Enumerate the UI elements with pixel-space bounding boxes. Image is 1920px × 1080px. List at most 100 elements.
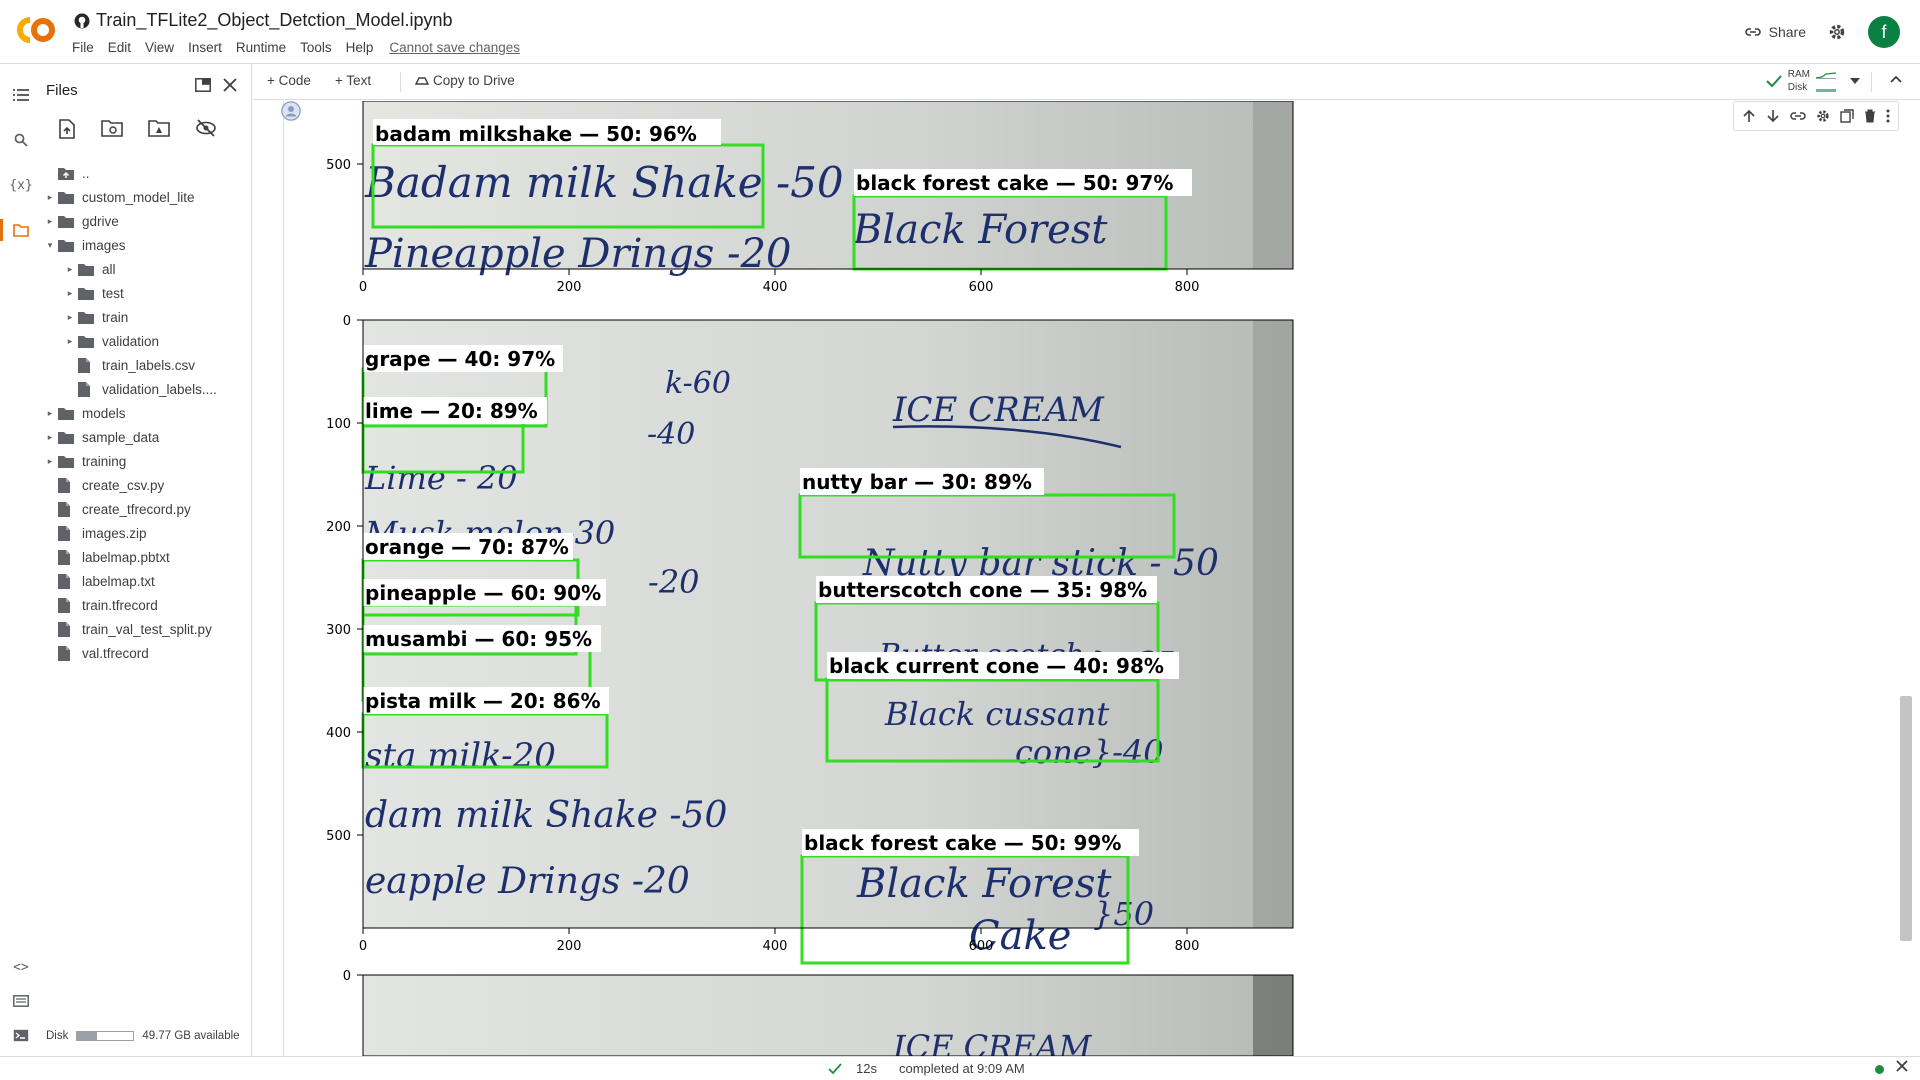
left-rail: {x} <> — [0, 64, 40, 1064]
collapse-header-icon[interactable] — [1890, 75, 1902, 83]
folder-item[interactable]: ▸ all — [40, 257, 252, 281]
menu-item-view[interactable]: View — [145, 40, 174, 55]
close-icon[interactable] — [223, 78, 237, 92]
chevron-down-icon[interactable]: ▾ — [42, 240, 58, 251]
plot2-ytick-label: 500 — [326, 829, 351, 844]
menu-item-edit[interactable]: Edit — [108, 40, 131, 55]
menu-item-insert[interactable]: Insert — [188, 40, 222, 55]
plot2-hw-line: Black Forest — [856, 861, 1112, 907]
mirror-cell-icon[interactable] — [1840, 109, 1854, 123]
files-toolbar — [58, 119, 217, 139]
folder-icon — [58, 454, 76, 469]
chevron-right-icon[interactable]: ▸ — [42, 192, 58, 203]
ram-label: RAM — [1787, 69, 1810, 80]
plot3-image-background — [363, 975, 1293, 1056]
folder-item[interactable]: ▸ models — [40, 401, 252, 425]
colab-logo[interactable] — [14, 14, 56, 46]
folder-item[interactable]: ▸ validation — [40, 329, 252, 353]
file-item[interactable]: validation_labels.... — [40, 377, 252, 401]
file-icon — [58, 525, 76, 541]
file-item[interactable]: train_labels.csv — [40, 353, 252, 377]
terminal-icon[interactable] — [10, 1024, 32, 1046]
folder-item[interactable]: ▸ custom_model_lite — [40, 185, 252, 209]
file-item[interactable]: labelmap.pbtxt — [40, 545, 252, 569]
menu-item-tools[interactable]: Tools — [300, 40, 332, 55]
add-text-button[interactable]: + Text — [335, 73, 371, 88]
move-down-icon[interactable] — [1766, 109, 1780, 123]
mount-drive-icon[interactable] — [148, 119, 170, 139]
file-item[interactable]: train.tfrecord — [40, 593, 252, 617]
save-warning-link[interactable]: Cannot save changes — [389, 40, 520, 55]
plot2-ytick-label: 0 — [343, 314, 351, 329]
top-bar: Train_TFLite2_Object_Detction_Model.ipyn… — [0, 0, 1920, 64]
disk-usage-fill — [77, 1032, 97, 1040]
open-in-tab-icon[interactable] — [195, 78, 211, 92]
folder-item[interactable]: ▸ sample_data — [40, 425, 252, 449]
execution-status[interactable]: 12s completed at 9:09 AM — [828, 1061, 1025, 1076]
gear-icon[interactable] — [1828, 23, 1846, 41]
plot2-detection-label: orange — 70: 87% — [365, 535, 569, 559]
file-item[interactable]: images.zip — [40, 521, 252, 545]
share-button[interactable]: Share — [1744, 24, 1806, 40]
file-tree-label: labelmap.txt — [82, 573, 155, 589]
table-of-contents-icon[interactable] — [10, 84, 32, 106]
file-item[interactable]: val.tfrecord — [40, 641, 252, 665]
plot1-hw-line: Badam milk Shake -50 — [364, 158, 844, 207]
parent-folder-item[interactable]: .. — [40, 161, 252, 185]
folder-item[interactable]: ▸ training — [40, 449, 252, 473]
file-item[interactable]: labelmap.txt — [40, 569, 252, 593]
file-item[interactable]: train_val_test_split.py — [40, 617, 252, 641]
search-icon[interactable] — [10, 129, 32, 151]
file-icon — [58, 501, 76, 517]
notebook-title[interactable]: Train_TFLite2_Object_Detction_Model.ipyn… — [74, 10, 453, 31]
move-up-icon[interactable] — [1742, 109, 1756, 123]
plot1-right-edge-shadow — [1253, 101, 1293, 269]
refresh-folder-icon[interactable] — [101, 119, 123, 139]
disk-usage-bar — [76, 1031, 135, 1041]
folder-item[interactable]: ▾ images — [40, 233, 252, 257]
notebook-title-text[interactable]: Train_TFLite2_Object_Detction_Model.ipyn… — [96, 10, 453, 31]
chevron-right-icon[interactable]: ▸ — [62, 336, 78, 347]
variables-icon[interactable]: {x} — [9, 174, 32, 196]
chevron-right-icon[interactable]: ▸ — [62, 312, 78, 323]
resource-meters — [1816, 70, 1836, 92]
add-code-button[interactable]: + Code — [267, 73, 311, 88]
delete-cell-icon[interactable] — [1864, 109, 1876, 123]
menu-item-runtime[interactable]: Runtime — [236, 40, 286, 55]
resource-monitor[interactable]: RAM Disk — [1766, 68, 1860, 94]
chevron-right-icon[interactable]: ▸ — [42, 432, 58, 443]
chevron-right-icon[interactable]: ▸ — [42, 408, 58, 419]
cell-settings-icon[interactable] — [1816, 109, 1830, 123]
chevron-right-icon[interactable]: ▸ — [42, 216, 58, 227]
chevron-right-icon[interactable]: ▸ — [42, 456, 58, 467]
avatar[interactable]: f — [1868, 16, 1900, 48]
resource-dropdown-icon[interactable] — [1850, 78, 1860, 84]
file-item[interactable]: create_tfrecord.py — [40, 497, 252, 521]
hide-files-icon[interactable] — [195, 119, 217, 139]
folder-item[interactable]: ▸ test — [40, 281, 252, 305]
folder-item[interactable]: ▸ train — [40, 305, 252, 329]
plot2-hw-line: k-60 — [665, 366, 731, 401]
file-item[interactable]: create_csv.py — [40, 473, 252, 497]
more-options-icon[interactable] — [1886, 109, 1890, 123]
chevron-right-icon[interactable]: ▸ — [62, 288, 78, 299]
copy-to-drive-button[interactable]: Copy to Drive — [415, 73, 515, 88]
disk-available: 49.77 GB available — [142, 1030, 240, 1042]
file-tree-label: all — [102, 261, 116, 277]
folder-item[interactable]: ▸ gdrive — [40, 209, 252, 233]
code-snippets-icon[interactable]: <> — [10, 956, 32, 978]
plot1-xtick-label: 200 — [557, 280, 582, 295]
menu-bar: File Edit View Insert Runtime Tools Help Cannot… — [72, 40, 520, 55]
close-status-icon[interactable] — [1896, 1060, 1908, 1072]
vertical-scrollbar[interactable] — [1900, 696, 1912, 941]
status-bar: 12s completed at 9:09 AM — [0, 1056, 1920, 1080]
chevron-right-icon[interactable]: ▸ — [62, 264, 78, 275]
folder-icon[interactable] — [10, 219, 32, 241]
files-panel-title: Files — [46, 82, 78, 99]
upload-file-icon[interactable] — [58, 119, 76, 139]
file-tree: .. ▸ custom_model_lite ▸ gdrive ▾ images ▸ all ▸ t… — [40, 161, 252, 665]
link-cell-icon[interactable] — [1790, 109, 1806, 123]
menu-item-file[interactable]: File — [72, 40, 94, 55]
command-palette-icon[interactable] — [10, 990, 32, 1012]
menu-item-help[interactable]: Help — [346, 40, 374, 55]
